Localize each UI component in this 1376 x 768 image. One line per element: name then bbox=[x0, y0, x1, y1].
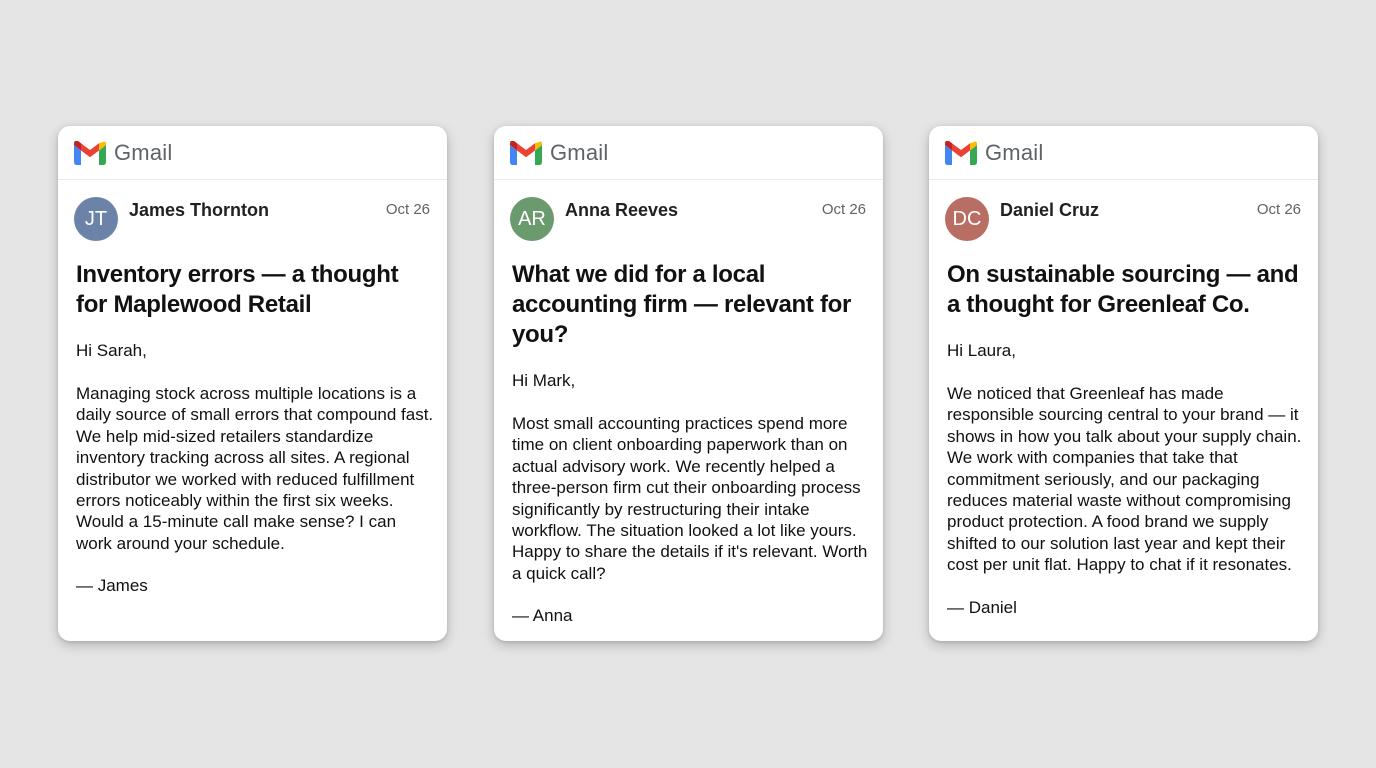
card-header: Gmail bbox=[58, 126, 447, 180]
email-signoff: — Anna bbox=[512, 606, 573, 626]
email-greeting: Hi Laura, bbox=[947, 341, 1016, 360]
sender-row: JT James Thornton Oct 26 bbox=[58, 180, 447, 248]
sender-row: DC Daniel Cruz Oct 26 bbox=[929, 180, 1318, 248]
gmail-wordmark: Gmail bbox=[985, 139, 1044, 165]
email-body: Most small accounting practices spend mo… bbox=[512, 414, 868, 583]
email-card[interactable]: Gmail JT James Thornton Oct 26 Inventory… bbox=[58, 126, 447, 641]
email-signoff: — James bbox=[76, 576, 148, 596]
email-date: Oct 26 bbox=[821, 201, 866, 218]
email-card[interactable]: Gmail DC Daniel Cruz Oct 26 On sustainab… bbox=[929, 126, 1318, 641]
avatar: AR bbox=[510, 197, 554, 241]
gmail-logo-icon bbox=[510, 140, 542, 165]
gmail-logo-icon bbox=[945, 140, 977, 165]
email-subject: On sustainable sourcing — and a thought … bbox=[947, 261, 1299, 318]
email-subject: What we did for a local accounting firm … bbox=[512, 261, 852, 348]
email-body: Managing stock across multiple locations… bbox=[76, 384, 434, 553]
sender-row: AR Anna Reeves Oct 26 bbox=[494, 180, 883, 248]
email-subject: Inventory errors — a thought for Maplewo… bbox=[76, 261, 399, 318]
avatar: JT bbox=[74, 197, 118, 241]
email-greeting: Hi Sarah, bbox=[76, 341, 147, 360]
email-signoff: — Daniel bbox=[947, 597, 1017, 617]
sender-name: Anna Reeves bbox=[565, 200, 679, 220]
card-header: Gmail bbox=[929, 126, 1318, 180]
sender-name: Daniel Cruz bbox=[1000, 200, 1100, 220]
gmail-wordmark: Gmail bbox=[114, 139, 173, 165]
avatar: DC bbox=[945, 197, 989, 241]
email-date: Oct 26 bbox=[385, 201, 430, 218]
email-greeting: Hi Mark, bbox=[512, 371, 576, 390]
email-body: We noticed that Greenleaf has made respo… bbox=[947, 384, 1302, 575]
gmail-wordmark: Gmail bbox=[550, 139, 609, 165]
card-header: Gmail bbox=[494, 126, 883, 180]
email-card[interactable]: Gmail AR Anna Reeves Oct 26 What we did … bbox=[494, 126, 883, 641]
sender-name: James Thornton bbox=[129, 200, 270, 220]
gmail-logo-icon bbox=[74, 140, 106, 165]
email-date: Oct 26 bbox=[1256, 201, 1301, 218]
